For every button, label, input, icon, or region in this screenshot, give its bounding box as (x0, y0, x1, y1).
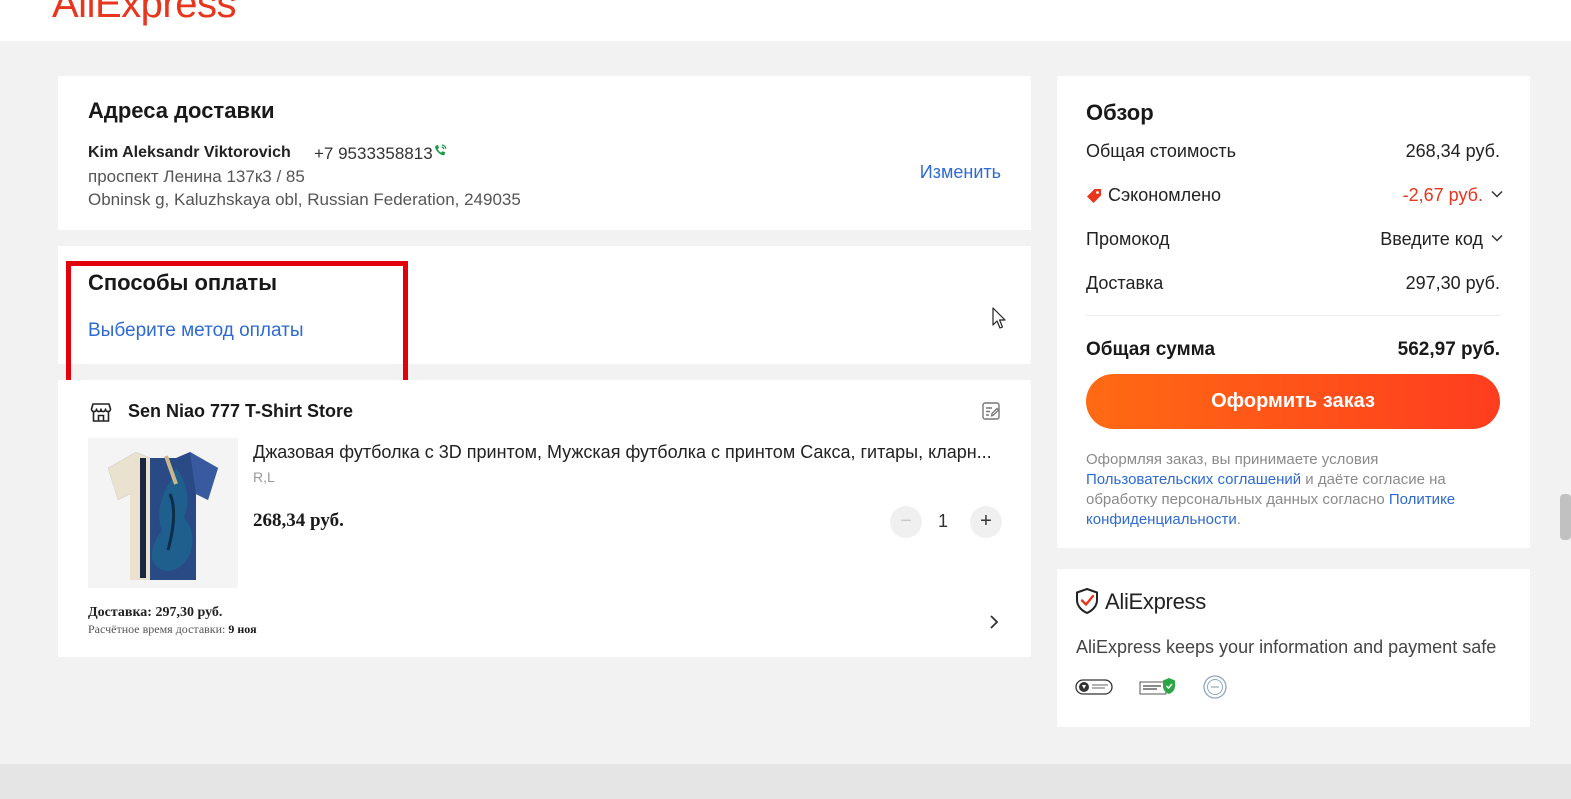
page-scrollbar-thumb[interactable] (1560, 494, 1571, 540)
delivery-estimate: Расчётное время доставки: 9 ноя (88, 622, 257, 637)
total-row: Общая сумма 562,97 руб. (1086, 339, 1500, 361)
security-message: AliExpress keeps your information and pa… (1076, 637, 1497, 657)
mouse-cursor-icon (992, 307, 1006, 329)
subtotal-value: 268,34 руб. (1405, 141, 1500, 161)
security-badge-icon (1075, 679, 1113, 695)
aliexpress-logo[interactable]: AliExpress (52, 0, 236, 27)
chevron-right-icon[interactable] (987, 613, 1001, 631)
quantity-decrease-button[interactable]: − (890, 506, 922, 538)
quantity-increase-button[interactable]: + (970, 506, 1002, 538)
certification-seal-icon (1203, 675, 1227, 699)
product-price: 268,34 руб. (253, 510, 344, 531)
item-shipping-cost: Доставка: 297,30 руб. (88, 605, 223, 620)
ssl-secure-badge-icon (1139, 678, 1175, 695)
chevron-down-icon[interactable] (1491, 234, 1503, 242)
terms-text-prefix: Оформляя заказ, вы принимаете условия (1086, 451, 1379, 468)
discount-tag-icon (1087, 189, 1101, 203)
phone-number: +7 9533358813 (314, 144, 433, 163)
recipient-phone: +7 9533358813 (314, 144, 447, 164)
delivery-estimate-label: Расчётное время доставки: (88, 622, 229, 636)
place-order-button[interactable]: Оформить заказ (1086, 374, 1500, 429)
delivery-estimate-date: 9 ноя (228, 622, 257, 636)
user-agreement-link[interactable]: Пользовательских соглашений (1086, 471, 1301, 488)
address-city: Obninsk g, Kaluzhskaya obl, Russian Fede… (88, 190, 521, 209)
terms-text-suffix: . (1236, 511, 1241, 528)
shipping-row: Доставка 297,30 руб. (1086, 273, 1500, 294)
product-title[interactable]: Джазовая футболка с 3D принтом, Мужская … (253, 442, 998, 463)
quantity-value: 1 (938, 511, 949, 531)
total-value: 562,97 руб. (1397, 339, 1500, 360)
subtotal-label: Общая стоимость (1086, 141, 1236, 161)
shield-check-icon (1076, 588, 1098, 614)
promo-code-row[interactable]: Промокод Введите код (1086, 229, 1503, 250)
shipping-value: 297,30 руб. (1405, 273, 1500, 293)
address-street: проспект Ленина 137к3 / 85 (88, 167, 305, 186)
savings-row[interactable]: Сэкономлено -2,67 руб. (1086, 185, 1503, 206)
top-header: AliExpress (0, 0, 1571, 41)
payment-highlight-frame (66, 261, 408, 389)
order-summary-card: Обзор Общая стоимость 268,34 руб. Сэконо… (1057, 76, 1530, 548)
store-name[interactable]: Sen Niao 777 T-Shirt Store (128, 401, 353, 422)
edit-note-icon[interactable] (981, 401, 1001, 421)
change-address-link[interactable]: Изменить (920, 162, 1001, 183)
summary-divider (1086, 315, 1500, 316)
delivery-address-card: Адреса доставки Kim Aleksandr Viktorovic… (58, 76, 1031, 230)
product-variant: R,L (253, 469, 275, 485)
recipient-name: Kim Aleksandr Viktorovich (88, 144, 291, 161)
chevron-down-icon[interactable] (1491, 190, 1503, 198)
savings-label: Сэкономлено (1108, 185, 1222, 205)
shipping-label: Доставка (1086, 273, 1164, 293)
order-terms: Оформляя заказ, вы принимаете условия По… (1086, 450, 1504, 530)
promo-code-placeholder: Введите код (1380, 229, 1483, 249)
page-footer-strip (0, 764, 1571, 799)
promo-code-label: Промокод (1086, 229, 1170, 249)
summary-title: Обзор (1086, 100, 1154, 125)
store-icon (90, 403, 112, 422)
promo-code-input-toggle[interactable]: Введите код (1380, 229, 1503, 250)
security-info-card: AliExpress AliExpress keeps your informa… (1057, 569, 1530, 727)
total-label: Общая сумма (1086, 339, 1216, 360)
product-thumbnail[interactable] (88, 438, 238, 588)
address-title: Адреса доставки (88, 98, 275, 123)
order-item-card: Sen Niao 777 T-Shirt Store Джазовая футб… (58, 380, 1031, 657)
tshirt-guitar-image (88, 438, 238, 588)
subtotal-row: Общая стоимость 268,34 руб. (1086, 141, 1500, 162)
phone-verified-icon (434, 144, 447, 156)
savings-value: -2,67 руб. (1402, 185, 1483, 205)
savings-value-group: -2,67 руб. (1403, 185, 1503, 206)
aliexpress-brand-text: AliExpress (1105, 589, 1206, 614)
